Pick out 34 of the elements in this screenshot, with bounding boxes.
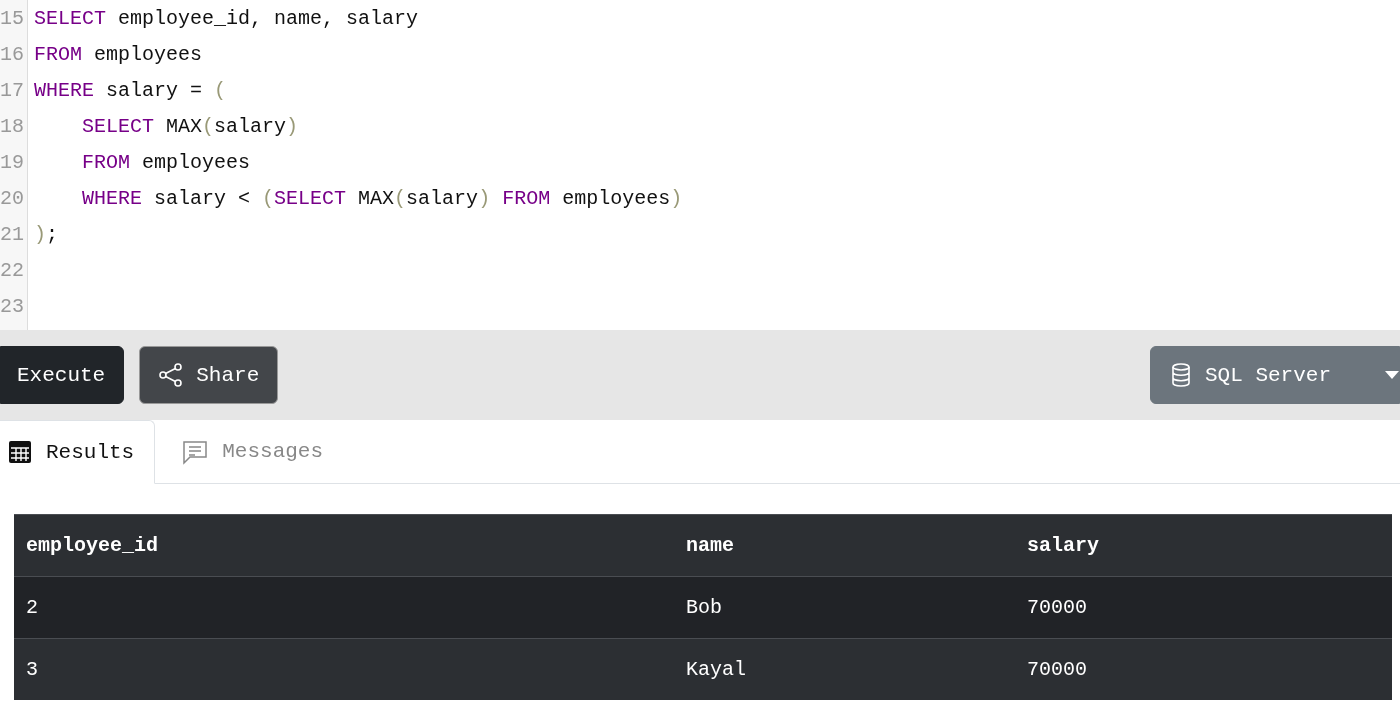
caret-icon — [1385, 371, 1399, 379]
code-line: WHERE salary < (SELECT MAX(salary) FROM employees) — [82, 186, 683, 210]
line-number: 16 — [0, 42, 25, 66]
table-cell: 70000 — [1015, 576, 1392, 639]
share-button[interactable]: Share — [139, 346, 279, 404]
line-number: 15 — [0, 6, 25, 30]
table-cell: 2 — [14, 576, 674, 639]
execute-button[interactable]: Execute — [0, 346, 125, 404]
code-line: ); — [34, 222, 59, 246]
code-line: FROM employees — [34, 42, 203, 66]
table-icon — [8, 440, 32, 464]
chat-icon — [182, 438, 209, 465]
code-line: WHERE salary = ( — [34, 78, 227, 102]
code-line: SELECT MAX(salary) — [82, 114, 299, 138]
database-dropdown[interactable]: SQL Server — [1150, 346, 1400, 404]
table-cell: 70000 — [1015, 638, 1392, 700]
results-tab[interactable]: Results — [0, 420, 156, 484]
line-number: 17 — [0, 78, 25, 102]
code-line: SELECT employee_id, name, salary — [34, 6, 419, 30]
line-number: 23 — [0, 294, 25, 318]
line-number: 18 — [0, 114, 25, 138]
share-icon — [158, 362, 185, 388]
line-number: 19 — [0, 150, 25, 174]
column-header: employee_id — [14, 514, 674, 577]
database-icon — [1171, 363, 1191, 387]
table-cell: Bob — [674, 576, 1015, 639]
line-number: 21 — [0, 222, 25, 246]
column-header: name — [674, 514, 1015, 577]
column-header: salary — [1015, 514, 1392, 577]
table-cell: Kayal — [674, 638, 1015, 700]
table-cell: 3 — [14, 638, 674, 700]
line-number: 20 — [0, 186, 25, 210]
code-line: FROM employees — [82, 150, 251, 174]
line-number: 22 — [0, 258, 25, 282]
